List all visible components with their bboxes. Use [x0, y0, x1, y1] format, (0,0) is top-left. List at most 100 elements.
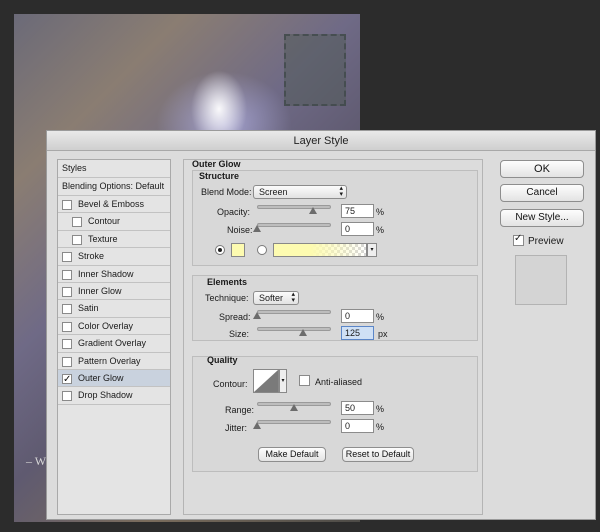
styles-header-label: Styles — [62, 163, 87, 173]
jitter-field[interactable]: 0 — [341, 419, 374, 433]
opacity-slider-thumb[interactable] — [308, 207, 317, 214]
spread-field[interactable]: 0 — [341, 309, 374, 323]
quality-group: Quality Contour: ▾ Anti-aliased Range: 5… — [192, 355, 478, 472]
spread-label: Spread: — [219, 312, 251, 322]
style-item-checkbox[interactable] — [62, 286, 72, 297]
style-item-label: Inner Shadow — [78, 268, 134, 279]
spread-slider-thumb[interactable] — [253, 312, 261, 319]
style-item-checkbox[interactable] — [62, 339, 72, 350]
style-item-drop-shadow[interactable]: Drop Shadow — [58, 387, 170, 405]
spread-slider-track[interactable] — [257, 310, 331, 314]
cancel-button[interactable]: Cancel — [500, 184, 584, 202]
elements-group: Elements Technique: Softer ▴ ▾ Spread: 0 … — [192, 275, 478, 341]
style-item-label: Texture — [88, 233, 118, 244]
style-item-checkbox[interactable] — [72, 234, 82, 245]
style-item-label: Contour — [88, 216, 121, 227]
size-label: Size: — [229, 329, 250, 339]
style-item-inner-glow[interactable]: Inner Glow — [58, 283, 170, 301]
make-default-button[interactable]: Make Default — [258, 447, 326, 462]
style-item-label: Inner Glow — [78, 285, 122, 296]
blending-options-label: Blending Options: Default — [62, 181, 165, 191]
ok-button[interactable]: OK — [500, 160, 584, 178]
elements-title: Elements — [207, 277, 248, 287]
anti-aliased-label: Anti-aliased — [315, 377, 363, 387]
style-item-checkbox[interactable] — [62, 391, 72, 402]
glow-color-swatch[interactable] — [231, 243, 245, 257]
opacity-unit: % — [376, 207, 385, 217]
range-slider-thumb[interactable] — [290, 404, 298, 411]
gradient-preview[interactable] — [273, 243, 367, 257]
jitter-slider-thumb[interactable] — [253, 422, 261, 429]
technique-value: Softer — [259, 293, 284, 303]
style-item-checkbox[interactable] — [62, 304, 72, 315]
style-item-gradient-overlay[interactable]: Gradient Overlay — [58, 335, 170, 353]
style-item-checkbox[interactable] — [62, 252, 72, 263]
reset-to-default-button[interactable]: Reset to Default — [342, 447, 414, 462]
dialog-title: Layer Style — [47, 131, 595, 151]
jitter-label: Jitter: — [225, 423, 248, 433]
technique-select[interactable]: Softer ▴ ▾ — [253, 291, 299, 305]
contour-dropdown-icon[interactable]: ▾ — [279, 369, 287, 393]
contour-curve-icon — [254, 370, 278, 392]
style-item-checkbox[interactable] — [62, 321, 72, 332]
canvas-partial-text: – W — [26, 454, 47, 468]
style-item-checkbox[interactable] — [72, 217, 82, 228]
layer-style-dialog: Layer Style Styles Blending Options: Def… — [46, 130, 596, 520]
style-item-checkbox[interactable] — [62, 371, 72, 388]
gradient-radio[interactable] — [257, 245, 267, 255]
jitter-unit: % — [376, 422, 385, 432]
blend-mode-value: Screen — [259, 187, 288, 197]
structure-title: Structure — [199, 171, 240, 181]
noise-slider-thumb[interactable] — [253, 225, 261, 232]
technique-label: Technique: — [205, 293, 249, 303]
select-arrows-icon: ▴ ▾ — [291, 291, 295, 304]
size-unit: px — [378, 329, 388, 339]
range-label: Range: — [225, 405, 255, 415]
style-item-satin[interactable]: Satin — [58, 300, 170, 318]
contour-label: Contour: — [213, 379, 248, 389]
blend-mode-label: Blend Mode: — [201, 187, 252, 197]
style-item-texture[interactable]: Texture — [58, 231, 170, 249]
style-item-label: Satin — [78, 303, 99, 314]
style-item-stroke[interactable]: Stroke — [58, 248, 170, 266]
style-item-checkbox[interactable] — [62, 200, 72, 210]
style-item-inner-shadow[interactable]: Inner Shadow — [58, 266, 170, 283]
style-item-contour[interactable]: Contour — [58, 213, 170, 231]
noise-field[interactable]: 0 — [341, 222, 374, 236]
contour-preview[interactable] — [253, 369, 279, 393]
select-arrows-icon: ▴ ▾ — [339, 185, 343, 198]
size-slider-track[interactable] — [257, 327, 331, 331]
range-unit: % — [376, 404, 385, 414]
gradient-dropdown-icon[interactable]: ▾ — [367, 243, 377, 257]
style-item-checkbox[interactable] — [62, 269, 72, 280]
style-item-label: Outer Glow — [78, 372, 124, 383]
size-field[interactable]: 125 — [341, 326, 374, 340]
preview-checkbox[interactable]: ✓ — [513, 233, 524, 246]
style-item-pattern-overlay[interactable]: Pattern Overlay — [58, 353, 170, 370]
style-item-label: Gradient Overlay — [78, 338, 147, 349]
panel-title: Outer Glow — [192, 159, 241, 169]
jitter-slider-track[interactable] — [257, 420, 331, 424]
style-item-color-overlay[interactable]: Color Overlay — [58, 318, 170, 336]
style-preview-thumbnail — [515, 255, 567, 305]
blending-options-item[interactable]: Blending Options: Default — [58, 178, 170, 196]
opacity-field[interactable]: 75 — [341, 204, 374, 218]
solid-color-radio[interactable] — [215, 245, 225, 255]
style-item-outer-glow[interactable]: Outer Glow — [58, 369, 170, 388]
blend-mode-select[interactable]: Screen ▴ ▾ — [253, 185, 347, 199]
style-item-checkbox[interactable] — [62, 356, 72, 367]
structure-group: Structure Blend Mode: Screen ▴ ▾ Opacity:… — [192, 170, 478, 266]
style-item-label: Pattern Overlay — [78, 355, 141, 366]
checkmark-icon: ✓ — [514, 233, 523, 244]
style-item-label: Color Overlay — [78, 320, 134, 331]
preview-label: Preview — [528, 236, 564, 247]
noise-slider-track[interactable] — [257, 223, 331, 227]
anti-aliased-checkbox[interactable] — [299, 375, 310, 386]
style-item-bevel-emboss[interactable]: Bevel & Emboss — [58, 196, 170, 214]
range-field[interactable]: 50 — [341, 401, 374, 415]
opacity-slider-track[interactable] — [257, 205, 331, 209]
styles-header[interactable]: Styles — [58, 160, 170, 178]
spread-unit: % — [376, 312, 385, 322]
new-style-button[interactable]: New Style... — [500, 209, 584, 227]
size-slider-thumb[interactable] — [299, 329, 307, 336]
